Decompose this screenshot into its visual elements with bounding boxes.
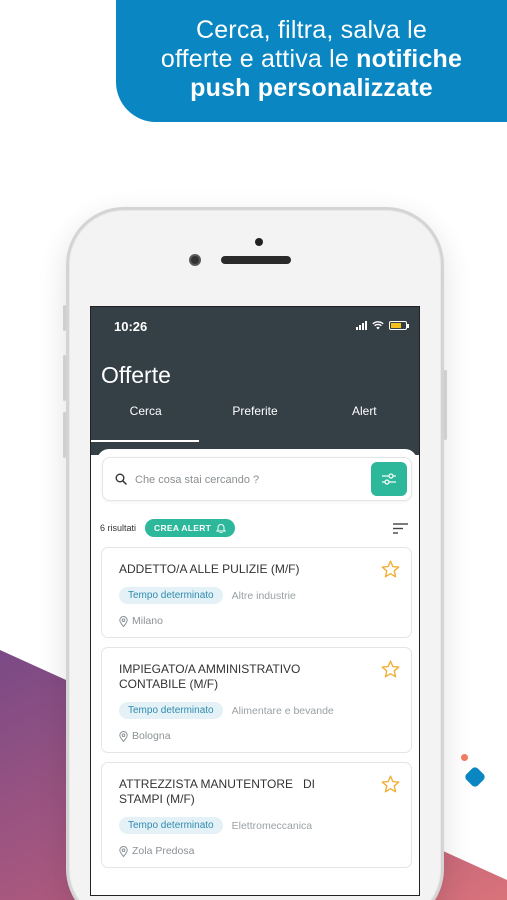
job-location-text: Milano [132, 615, 163, 627]
location-pin-icon [119, 730, 128, 742]
sort-icon[interactable] [393, 523, 408, 534]
phone-volume-down [63, 412, 66, 458]
job-location-text: Zola Predosa [132, 845, 195, 857]
job-sector: Alimentare e bevande [231, 704, 334, 717]
tab-bar: Cerca Preferite Alert [91, 404, 419, 418]
banner-line-2-regular: offerte e attiva le [160, 45, 357, 73]
decorative-dot [461, 754, 468, 761]
status-time: 10:26 [114, 319, 148, 334]
job-title: ADDETTO/A ALLE PULIZIE (M/F) [119, 562, 300, 576]
battery-icon [389, 321, 409, 330]
job-card[interactable]: ADDETTO/A ALLE PULIZIE (M/F) Tempo deter… [101, 547, 412, 638]
star-outline-icon[interactable] [381, 660, 400, 678]
job-list: ADDETTO/A ALLE PULIZIE (M/F) Tempo deter… [101, 547, 412, 877]
contract-badge: Tempo determinato [119, 587, 223, 604]
phone-frame: 10:26 Offerte Cerca Preferite Alert Che … [63, 207, 447, 900]
job-title: ATTREZZISTA MANUTENTORE DI STAMPI (M/F) [119, 777, 319, 806]
phone-volume-up [63, 355, 66, 401]
earpiece-speaker [221, 256, 291, 264]
phone-power-button [444, 370, 447, 440]
create-alert-button[interactable]: CREA ALERT [145, 519, 236, 537]
banner-line-2-bold: notifiche [356, 45, 463, 73]
results-toolbar: 6 risultati CREA ALERT [100, 518, 412, 538]
front-sensor [255, 238, 263, 246]
location-pin-icon [119, 845, 128, 857]
job-sector: Altre industrie [231, 589, 296, 602]
tab-alert[interactable]: Alert [310, 404, 419, 418]
filter-icon [382, 473, 396, 485]
signal-icon [356, 321, 367, 330]
job-sector: Elettromeccanica [231, 819, 313, 832]
filter-button[interactable] [371, 462, 407, 496]
job-location-text: Bologna [132, 730, 171, 742]
search-icon [115, 473, 127, 485]
promo-banner: Cerca, filtra, salva le offerte e attiva… [116, 0, 507, 122]
create-alert-label: CREA ALERT [154, 523, 212, 533]
star-outline-icon[interactable] [381, 775, 400, 793]
tab-preferite[interactable]: Preferite [200, 404, 309, 418]
page-title: Offerte [101, 362, 171, 388]
job-card[interactable]: ATTREZZISTA MANUTENTORE DI STAMPI (M/F) … [101, 762, 412, 868]
front-camera [189, 254, 201, 266]
results-count: 6 risultati [100, 523, 137, 533]
job-tags: Tempo determinato Altre industrie [119, 587, 395, 604]
location-pin-icon [119, 615, 128, 627]
search-input[interactable] [135, 470, 355, 490]
phone-screen: 10:26 Offerte Cerca Preferite Alert Che … [90, 306, 420, 896]
job-card[interactable]: IMPIEGATO/A AMMINISTRATIVO CONTABILE (M/… [101, 647, 412, 753]
banner-line-3: push personalizzate [190, 74, 433, 102]
banner-line-1: Cerca, filtra, salva le [195, 16, 428, 44]
job-tags: Tempo determinato Elettromeccanica [119, 817, 395, 834]
job-tags: Tempo determinato Alimentare e bevande [119, 702, 395, 719]
job-location: Milano [119, 615, 395, 627]
star-outline-icon[interactable] [381, 560, 400, 578]
status-icons [356, 321, 409, 330]
job-location: Zola Predosa [119, 845, 395, 857]
contract-badge: Tempo determinato [119, 702, 223, 719]
active-tab-indicator [91, 440, 199, 442]
tab-cerca[interactable]: Cerca [91, 404, 200, 418]
job-location: Bologna [119, 730, 395, 742]
banner-line-2: offerte e attiva le notifiche [116, 45, 507, 74]
phone-mute-switch [63, 305, 66, 331]
wifi-icon [372, 321, 384, 330]
bell-icon [216, 524, 227, 533]
job-title: IMPIEGATO/A AMMINISTRATIVO CONTABILE (M/… [119, 662, 301, 691]
app-header: 10:26 Offerte Cerca Preferite Alert [91, 307, 419, 455]
contract-badge: Tempo determinato [119, 817, 223, 834]
search-bar [102, 457, 412, 501]
